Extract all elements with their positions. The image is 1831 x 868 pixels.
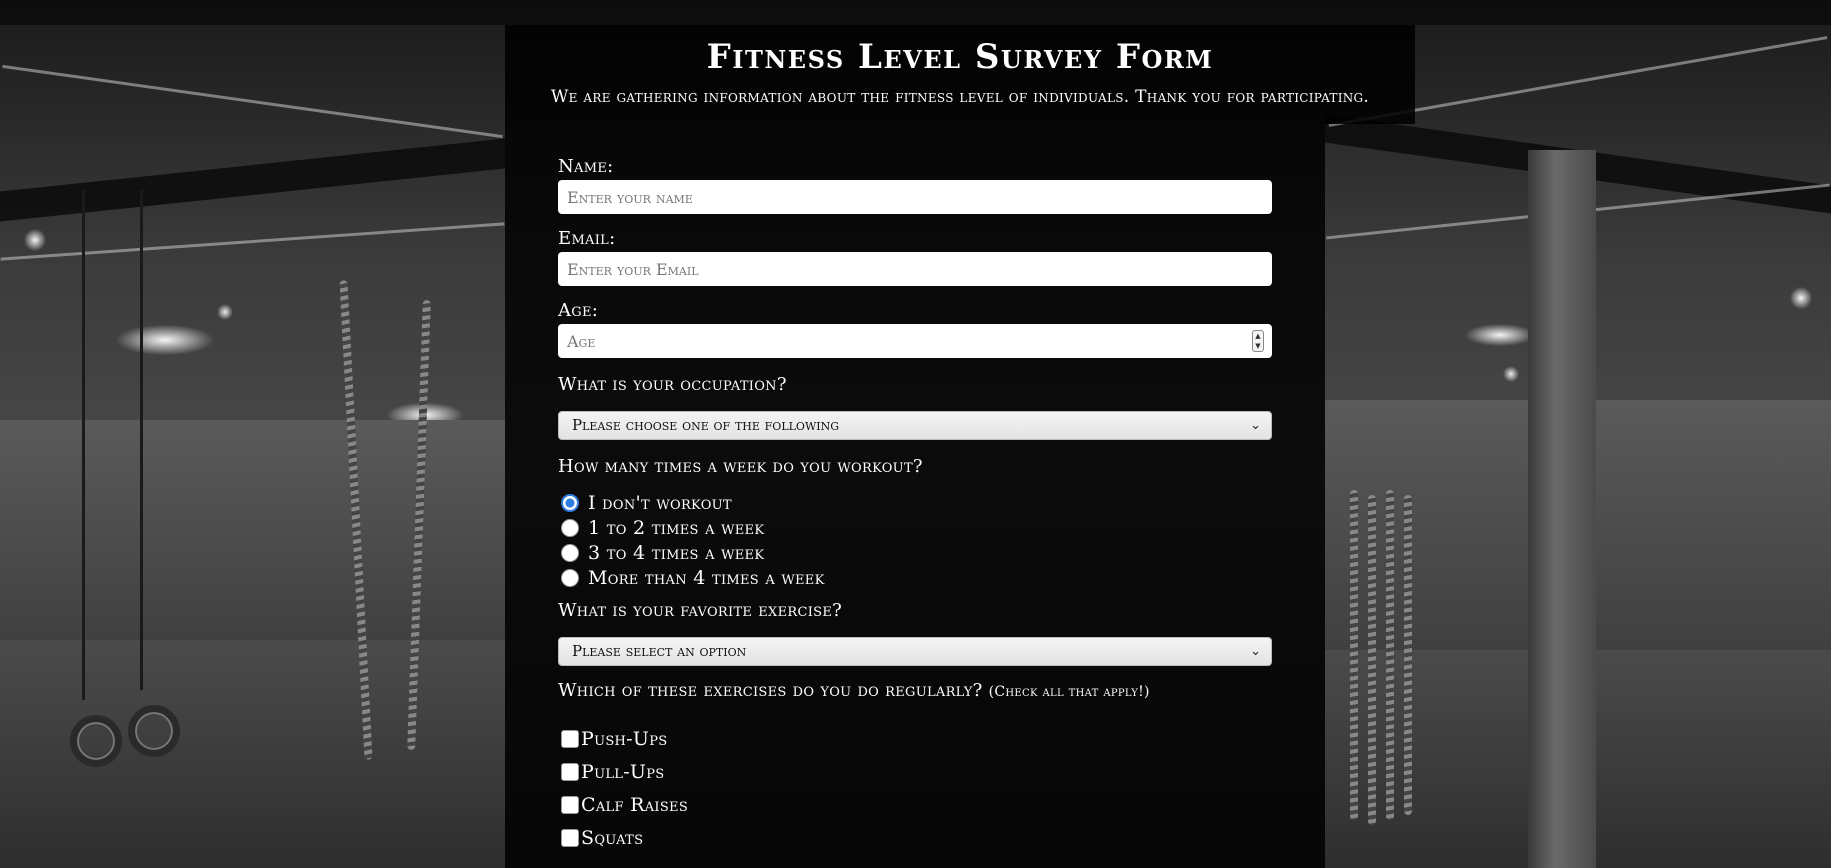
chevron-down-icon: ⌄	[1250, 644, 1261, 659]
radio-button[interactable]	[561, 493, 579, 512]
checkbox-label: Calf Raises	[581, 793, 689, 816]
checkbox-option-pull-ups[interactable]: Pull-Ups	[558, 755, 1272, 788]
gymnastic-ring	[128, 705, 180, 757]
gymnastic-ring	[70, 715, 122, 767]
radio-button[interactable]	[561, 543, 579, 562]
checkbox-label: Squats	[581, 826, 644, 849]
hanging-rope	[1404, 495, 1412, 815]
radio-label: 1 to 2 times a week	[588, 516, 765, 539]
checkbox-label: Push-Ups	[581, 727, 668, 750]
checkbox-option-push-ups[interactable]: Push-Ups	[558, 722, 1272, 755]
workout-frequency-group: I don't workout 1 to 2 times a week 3 to…	[558, 490, 1272, 590]
checkbox[interactable]	[561, 828, 579, 847]
favorite-exercise-selected-value: Please select an option	[572, 642, 747, 660]
page-header: Fitness Level Survey Form We are gatheri…	[505, 25, 1415, 124]
page-description: We are gathering information about the f…	[550, 87, 1370, 107]
survey-form-panel: Name: Email: Age: ▲▼ What is your occupa…	[505, 124, 1325, 868]
workout-frequency-label: How many times a week do you workout?	[558, 456, 923, 477]
regular-exercises-question: Which of these exercises do you do regul…	[558, 680, 983, 701]
wooden-pillar	[1528, 150, 1596, 868]
ceiling-beam	[0, 0, 1831, 25]
regular-exercises-note: (Check all that apply!)	[988, 684, 1150, 700]
survey-form: Name: Email: Age: ▲▼ What is your occupa…	[558, 156, 1272, 854]
radio-button[interactable]	[561, 518, 579, 537]
radio-option-3-4-times[interactable]: 3 to 4 times a week	[558, 540, 1272, 565]
checkbox[interactable]	[561, 795, 579, 814]
checkbox-label: Pull-Ups	[581, 760, 665, 783]
ring-strap	[140, 190, 143, 690]
ceiling-beam	[0, 138, 505, 222]
ring-strap	[82, 190, 85, 700]
checkbox-option-squats[interactable]: Squats	[558, 821, 1272, 854]
favorite-exercise-select[interactable]: Please select an option ⌄	[558, 637, 1272, 666]
radio-option-1-2-times[interactable]: 1 to 2 times a week	[558, 515, 1272, 540]
radio-option-no-workout[interactable]: I don't workout	[558, 490, 1272, 515]
radio-label: More than 4 times a week	[588, 566, 825, 589]
spinner-icon[interactable]: ▲ ▼	[1252, 330, 1264, 352]
checkbox[interactable]	[561, 729, 579, 748]
pipe	[0, 222, 505, 261]
email-input[interactable]	[558, 252, 1272, 286]
radio-label: 3 to 4 times a week	[588, 541, 765, 564]
age-input[interactable]	[558, 324, 1272, 358]
age-field: ▲▼	[558, 324, 1272, 358]
radio-option-more-than-4[interactable]: More than 4 times a week	[558, 565, 1272, 590]
radio-label: I don't workout	[588, 491, 732, 514]
occupation-select[interactable]: Please choose one of the following ⌄	[558, 411, 1272, 440]
hanging-rope	[1386, 490, 1394, 820]
checkbox-option-calf-raises[interactable]: Calf Raises	[558, 788, 1272, 821]
chevron-down-icon: ⌄	[1250, 418, 1261, 433]
email-label: Email:	[558, 228, 616, 249]
pipe	[2, 64, 503, 139]
name-label: Name:	[558, 156, 614, 177]
left-wall	[0, 420, 505, 660]
radio-button[interactable]	[561, 568, 579, 587]
occupation-selected-value: Please choose one of the following	[572, 416, 840, 434]
occupation-label: What is your occupation?	[558, 374, 787, 395]
name-input[interactable]	[558, 180, 1272, 214]
regular-exercises-group: Push-Ups Pull-Ups Calf Raises Squats	[558, 722, 1272, 854]
hanging-rope	[1350, 490, 1358, 820]
age-label: Age:	[558, 300, 599, 321]
page-title: Fitness Level Survey Form	[706, 37, 1214, 77]
hanging-rope	[1368, 495, 1376, 825]
checkbox[interactable]	[561, 762, 579, 781]
favorite-exercise-label: What is your favorite exercise?	[558, 600, 843, 621]
regular-exercises-label: Which of these exercises do you do regul…	[558, 680, 1272, 703]
